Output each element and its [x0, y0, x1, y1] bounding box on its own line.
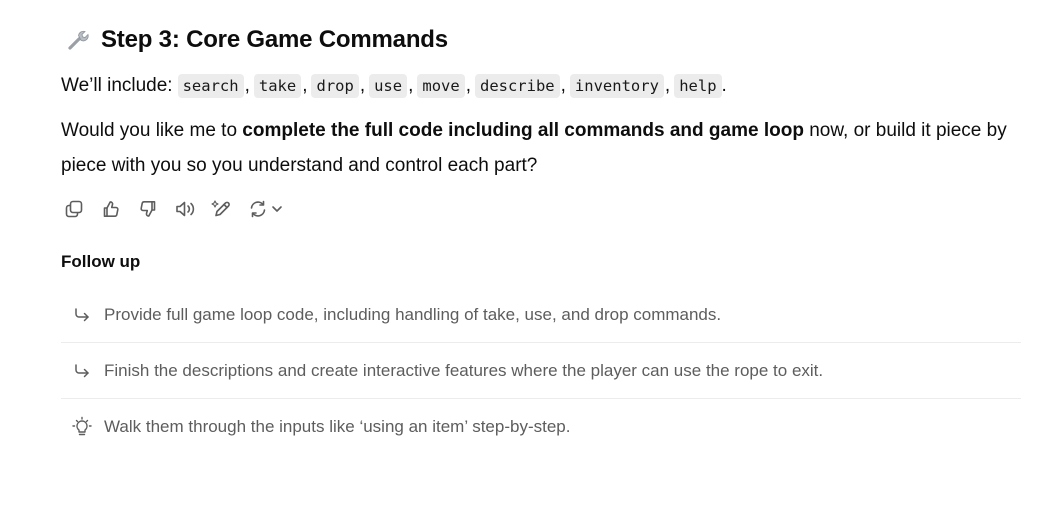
comma: ,	[560, 75, 566, 96]
copy-button[interactable]	[61, 197, 87, 221]
comma: ,	[664, 75, 671, 96]
command-code: inventory	[569, 74, 664, 98]
regenerate-button[interactable]	[246, 197, 286, 221]
suggestion-text: Provide full game loop code, including h…	[104, 304, 722, 324]
question-paragraph: Would you like me to complete the full c…	[61, 113, 1021, 183]
follow-up-suggestion[interactable]: Walk them through the inputs like ‘using…	[61, 399, 1021, 454]
lightbulb-icon	[71, 416, 93, 438]
follow-up-title: Follow up	[61, 252, 141, 271]
command-code: search	[177, 74, 244, 98]
suggestion-text: Finish the descriptions and create inter…	[104, 360, 824, 380]
comma: ,	[359, 75, 366, 96]
thumbs-down-icon	[140, 201, 156, 217]
read-aloud-button[interactable]	[172, 197, 198, 221]
suggestion-text: Walk them through the inputs like ‘using…	[104, 416, 571, 436]
assistant-message: Step 3: Core Game Commands We’ll include…	[61, 20, 1021, 454]
comma: ,	[465, 75, 471, 96]
commands-paragraph: We’ll include: search, take, drop, use, …	[61, 68, 1021, 104]
command-code: take	[253, 74, 302, 98]
section-title: Step 3: Core Game Commands	[101, 26, 448, 53]
command-code: help	[674, 74, 722, 98]
question-bold-text: complete the full code including all com…	[242, 120, 804, 141]
thumbs-up-icon	[103, 201, 119, 217]
read-aloud-icon	[176, 201, 195, 217]
follow-up-list: Provide full game loop code, including h…	[61, 287, 1021, 454]
comma: ,	[302, 75, 308, 96]
follow-up-suggestion[interactable]: Finish the descriptions and create inter…	[61, 343, 1021, 399]
command-code: move	[417, 74, 465, 98]
question-text-start: Would you like me to	[61, 120, 243, 141]
section-heading: Step 3: Core Game Commands	[65, 20, 1021, 60]
regenerate-icon	[250, 200, 266, 218]
wrench-icon	[65, 27, 91, 53]
edit-icon	[211, 200, 230, 217]
edit-button[interactable]	[209, 197, 235, 221]
reply-arrow-icon	[71, 360, 93, 382]
bad-response-button[interactable]	[135, 197, 161, 221]
chevron-down-icon	[272, 206, 282, 212]
command-code: describe	[474, 74, 560, 98]
reply-arrow-icon	[71, 304, 93, 326]
comma: ,	[408, 75, 414, 96]
copy-icon	[65, 200, 83, 218]
commands-intro: We’ll include:	[61, 75, 173, 96]
message-actions	[61, 197, 1021, 221]
command-code: drop	[311, 74, 359, 98]
good-response-button[interactable]	[98, 197, 124, 221]
command-code: use	[369, 74, 408, 98]
period: .	[721, 75, 727, 96]
follow-up-suggestion[interactable]: Provide full game loop code, including h…	[61, 287, 1021, 343]
comma: ,	[244, 75, 250, 96]
